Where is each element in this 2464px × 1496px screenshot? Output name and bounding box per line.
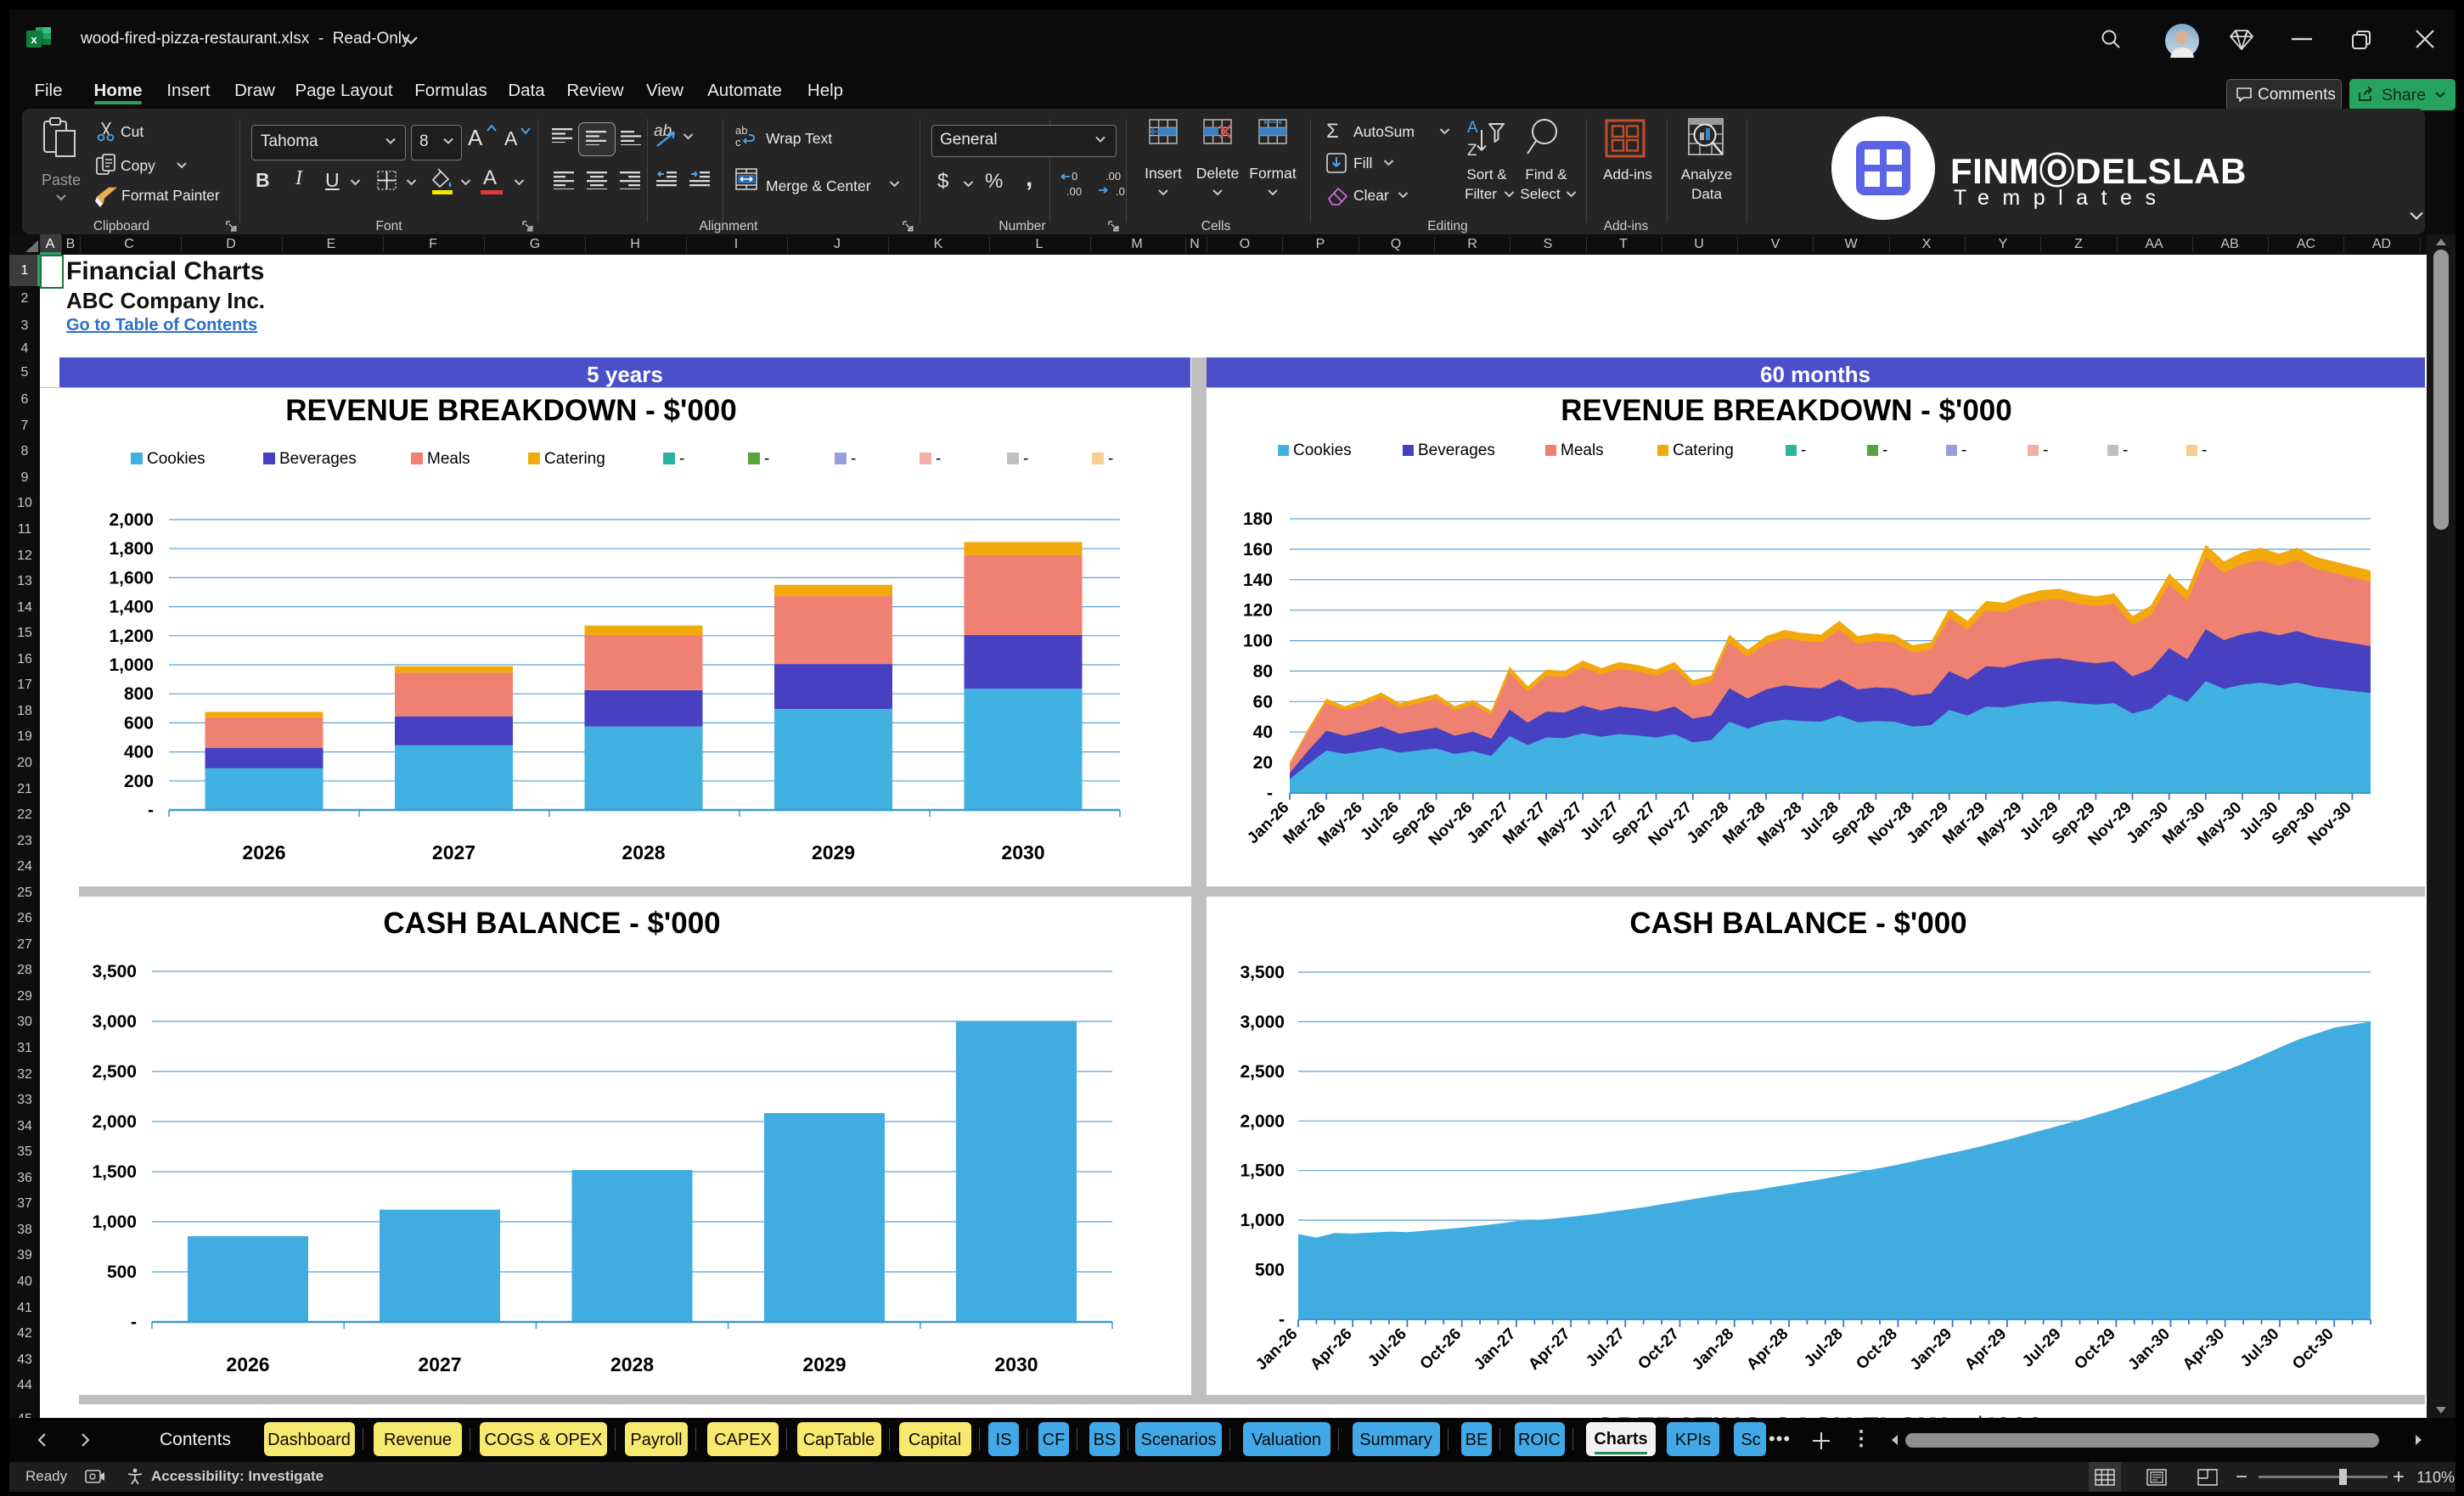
svg-text:-: - [2123,441,2128,459]
svg-text:-: - [851,450,856,468]
svg-text:-: - [1801,441,1806,459]
svg-text:2029: 2029 [802,1353,846,1375]
svg-text:.00: .00 [1105,170,1121,183]
svg-text:-: - [1267,784,1273,803]
svg-text:2,500: 2,500 [1240,1062,1285,1082]
svg-text:20: 20 [1253,753,1273,773]
svg-text:2,000: 2,000 [1240,1111,1285,1131]
svg-text:-: - [148,801,154,820]
svg-text:2028: 2028 [610,1353,654,1375]
svg-text:1,500: 1,500 [92,1162,137,1182]
svg-text:-: - [936,450,941,468]
svg-text:1,800: 1,800 [109,539,154,559]
svg-text:-: - [131,1313,137,1332]
svg-text:Beverages: Beverages [1418,441,1495,459]
svg-text:x: x [31,33,37,46]
svg-text:2027: 2027 [432,841,475,863]
svg-text:0: 0 [1072,170,1077,183]
svg-text:1,200: 1,200 [109,627,154,646]
svg-text:2026: 2026 [242,841,285,863]
svg-text:-: - [679,450,684,468]
svg-text:2,000: 2,000 [109,510,154,530]
svg-text:-: - [1882,441,1887,459]
svg-text:Z: Z [1467,142,1477,159]
svg-text:600: 600 [124,713,154,733]
svg-text:2028: 2028 [622,841,665,863]
svg-text:-: - [1023,450,1028,468]
svg-text:2030: 2030 [994,1353,1038,1375]
svg-text:1,400: 1,400 [109,598,154,617]
svg-text:1,500: 1,500 [1240,1161,1285,1181]
svg-text:40: 40 [1253,723,1273,742]
svg-text:REVENUE BREAKDOWN - $'000: REVENUE BREAKDOWN - $'000 [285,394,736,427]
svg-text:CASH BALANCE - $'000: CASH BALANCE - $'000 [1629,907,1966,940]
svg-text:1,600: 1,600 [109,568,154,588]
svg-text:-: - [764,450,769,468]
svg-text:Meals: Meals [427,450,470,468]
svg-text:1,000: 1,000 [92,1212,137,1232]
svg-text:2027: 2027 [418,1353,461,1375]
svg-text:3,000: 3,000 [92,1012,137,1032]
svg-text:500: 500 [1255,1261,1285,1280]
svg-text:-: - [2043,441,2048,459]
svg-text:3,500: 3,500 [1240,963,1285,982]
svg-text:2,500: 2,500 [92,1062,137,1082]
svg-text:CASH BALANCE - $'000: CASH BALANCE - $'000 [383,907,720,940]
svg-text:80: 80 [1253,661,1273,681]
svg-text:Cookies: Cookies [147,450,205,468]
svg-text:400: 400 [124,743,154,762]
svg-text:800: 800 [124,684,154,704]
svg-text:ab: ab [735,124,747,137]
svg-text:1,000: 1,000 [1240,1211,1285,1230]
svg-text:3,500: 3,500 [92,962,137,981]
svg-text:3,000: 3,000 [1240,1012,1285,1032]
svg-text:-: - [1961,441,1966,459]
svg-text:140: 140 [1243,571,1273,590]
svg-text:120: 120 [1243,601,1273,621]
svg-text:2,000: 2,000 [92,1112,137,1132]
svg-text:180: 180 [1243,509,1273,529]
svg-text:2026: 2026 [226,1353,269,1375]
svg-text:Cookies: Cookies [1293,441,1352,459]
svg-text:200: 200 [124,772,154,791]
svg-text:60: 60 [1253,692,1273,711]
svg-text:2029: 2029 [812,841,855,863]
svg-text:Catering: Catering [1673,441,1734,459]
svg-text:1,000: 1,000 [109,655,154,675]
svg-text:.00: .00 [1066,185,1082,198]
svg-text:100: 100 [1243,632,1273,651]
svg-text:Catering: Catering [544,450,605,468]
svg-text:c: c [735,136,741,148]
svg-text:Meals: Meals [1561,441,1604,459]
svg-text:.0: .0 [1116,185,1125,198]
svg-text:2030: 2030 [1001,841,1044,863]
svg-text:-: - [1108,450,1113,468]
svg-text:A: A [1467,119,1478,137]
svg-text:Beverages: Beverages [279,450,357,468]
svg-text:160: 160 [1243,540,1273,560]
svg-text:-: - [1279,1310,1285,1330]
svg-text:-: - [2202,441,2207,459]
svg-text:500: 500 [107,1263,137,1282]
svg-text:REVENUE BREAKDOWN - $'000: REVENUE BREAKDOWN - $'000 [1561,394,2011,427]
